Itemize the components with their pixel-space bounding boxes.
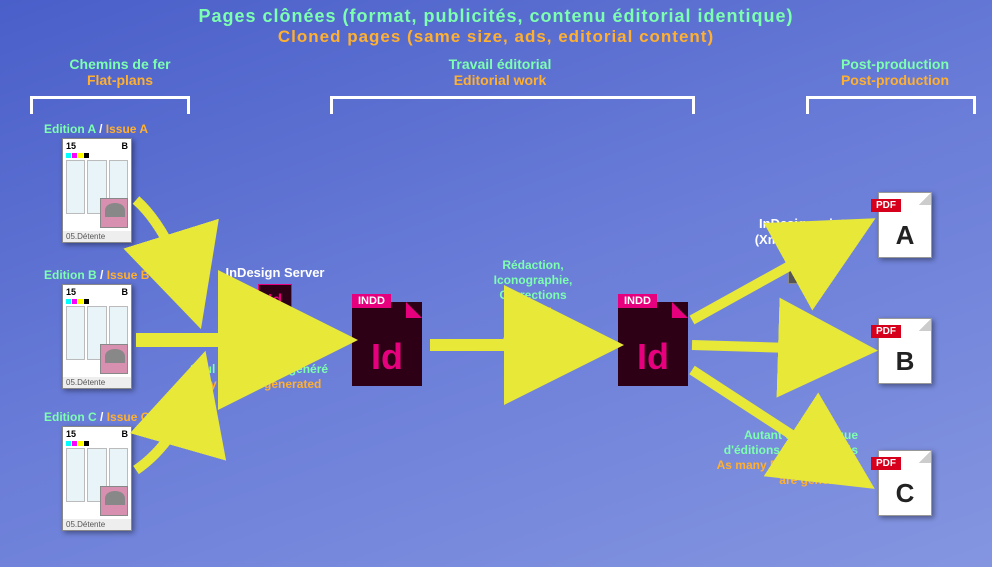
pdf-c-icon: PDF C [878, 450, 932, 516]
title-en: Cloned pages (same size, ads, editorial … [0, 27, 992, 47]
edition-a-label: Edition A / Issue A [44, 122, 148, 136]
bracket-flatplans [30, 96, 190, 114]
title-fr: Pages clônées (format, publicités, conte… [0, 6, 992, 27]
manypdf-caption: Autant de PDFs que d'éditions sont génér… [688, 428, 858, 488]
script-label: InDesig script (Xmount client) [742, 216, 862, 247]
diagram-title: Pages clônées (format, publicités, conte… [0, 0, 992, 47]
script-icon: ✦ [788, 252, 820, 284]
flatplan-b: 15B 05.Détente [62, 284, 132, 389]
flatplan-a: 15B 05.Détente [62, 138, 132, 243]
flatplan-c: 15B 05.Détente [62, 426, 132, 531]
section-flatplans-label: Chemins de fer Flat-plans [40, 56, 200, 88]
edition-c-label: Edition C / Issue C [44, 410, 149, 424]
edition-b-label: Edition B / Issue B [44, 268, 149, 282]
indd-file-2-icon: INDD Id [618, 302, 688, 386]
section-postprod-label: Post-production Post-production [810, 56, 980, 88]
pdf-b-icon: PDF B [878, 318, 932, 384]
bracket-editorial [330, 96, 695, 114]
indesign-server-icon: Id [258, 284, 292, 318]
indd-file-1-icon: INDD Id [352, 302, 422, 386]
onefile-caption: Seul 1 fichier est généré Only 1 file is… [190, 362, 360, 392]
pdf-a-icon: PDF A [878, 192, 932, 258]
editorial-caption: Rédaction, Iconographie, Corrections Wri… [468, 258, 598, 348]
bracket-postprod [806, 96, 976, 114]
indesign-server-label: InDesign Server [210, 265, 340, 281]
section-editorial-label: Travail éditorial Editorial work [380, 56, 620, 88]
gear-icon [281, 307, 295, 321]
